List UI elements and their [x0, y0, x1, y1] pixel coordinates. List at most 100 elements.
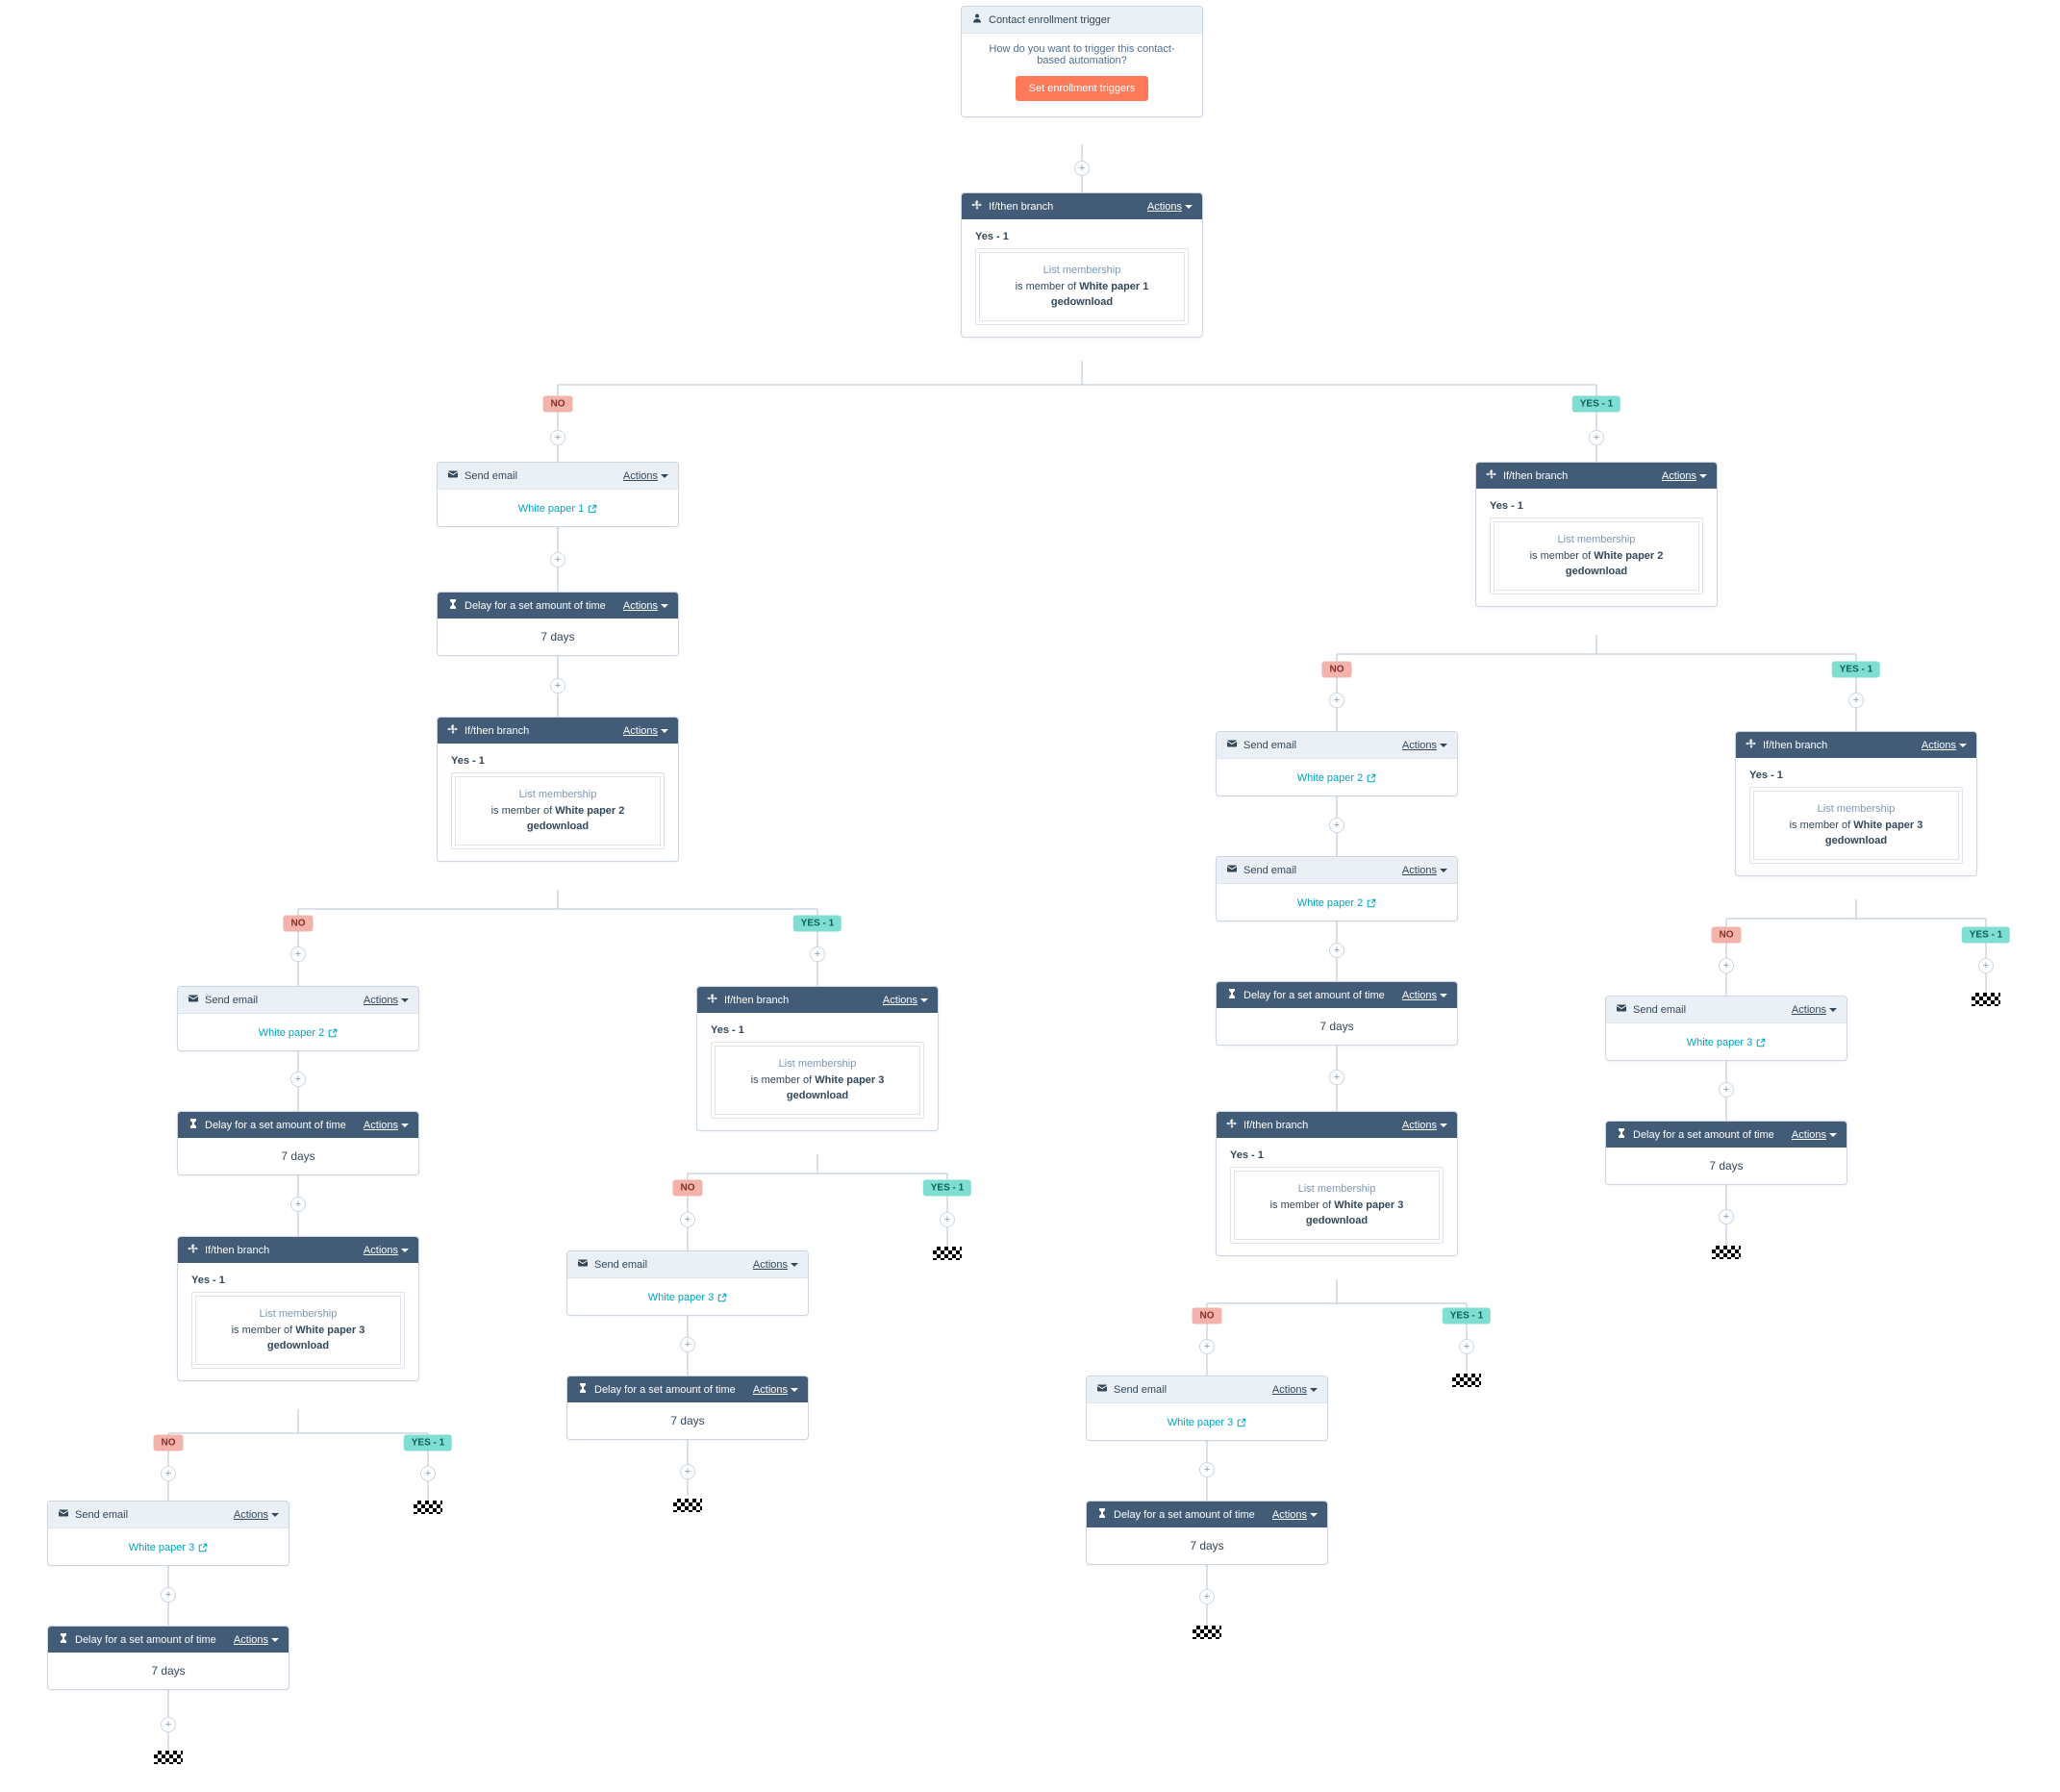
actions-menu[interactable]: Actions [1272, 1384, 1318, 1396]
actions-menu[interactable]: Actions [364, 1120, 409, 1131]
add-step-button[interactable] [550, 552, 565, 568]
actions-menu[interactable]: Actions [1402, 865, 1447, 876]
actions-menu[interactable]: Actions [234, 1634, 279, 1646]
email-link[interactable]: White paper 3 [1687, 1037, 1766, 1048]
add-step-button[interactable] [1199, 1339, 1215, 1354]
add-step-button[interactable] [420, 1466, 436, 1481]
add-step-button[interactable] [1719, 1209, 1734, 1224]
add-step-button[interactable] [1589, 430, 1604, 445]
branch-yes-pill: YES - 1 [1443, 1308, 1491, 1325]
add-step-button[interactable] [1074, 161, 1090, 176]
end-flag [933, 1247, 962, 1260]
email-icon [577, 1257, 589, 1272]
actions-menu[interactable]: Actions [623, 600, 668, 612]
add-step-button[interactable] [290, 946, 306, 962]
add-step-button[interactable] [1329, 818, 1344, 833]
email-link[interactable]: White paper 1 [518, 503, 597, 515]
add-step-button[interactable] [940, 1212, 955, 1227]
add-step-button[interactable] [161, 1717, 176, 1732]
delay-node[interactable]: Delay for a set amount of timeActions 7 … [177, 1111, 419, 1175]
actions-menu[interactable]: Actions [1272, 1509, 1318, 1521]
actions-menu[interactable]: Actions [753, 1384, 798, 1396]
actions-menu[interactable]: Actions [623, 470, 668, 482]
branch-no-pill: NO [1193, 1308, 1222, 1325]
actions-menu[interactable]: Actions [234, 1509, 279, 1521]
actions-menu[interactable]: Actions [364, 1245, 409, 1256]
delay-node[interactable]: Delay for a set amount of timeActions 7 … [1216, 981, 1458, 1046]
ifthen-branch[interactable]: If/then branchActions Yes - 1List member… [177, 1236, 419, 1381]
add-step-button[interactable] [1329, 943, 1344, 958]
branch-no-pill: NO [154, 1435, 184, 1451]
delay-node[interactable]: Delay for a set amount of timeActions 7 … [566, 1376, 809, 1440]
end-flag [154, 1751, 183, 1764]
send-email-node[interactable]: Send emailActions White paper 2 [177, 986, 419, 1051]
add-step-button[interactable] [1329, 693, 1344, 708]
add-step-button[interactable] [1199, 1462, 1215, 1477]
set-triggers-button[interactable]: Set enrollment triggers [1016, 76, 1149, 101]
add-step-button[interactable] [161, 1466, 176, 1481]
add-step-button[interactable] [810, 946, 825, 962]
send-email-node[interactable]: Send emailActions White paper 3 [47, 1501, 289, 1566]
add-step-button[interactable] [550, 430, 565, 445]
add-step-button[interactable] [680, 1212, 695, 1227]
branch-no-pill: NO [284, 916, 314, 932]
branch-no-pill: NO [673, 1180, 703, 1197]
add-step-button[interactable] [1199, 1589, 1215, 1604]
ifthen-branch[interactable]: If/then branch Actions Yes - 1 List memb… [961, 192, 1203, 338]
email-link[interactable]: White paper 3 [1168, 1417, 1246, 1428]
trigger-question: How do you want to trigger this contact-… [975, 43, 1189, 66]
actions-menu[interactable]: Actions [883, 995, 928, 1006]
actions-menu[interactable]: Actions [1402, 990, 1447, 1001]
actions-menu[interactable]: Actions [1792, 1129, 1837, 1141]
email-link[interactable]: White paper 3 [129, 1542, 208, 1553]
add-step-button[interactable] [550, 678, 565, 694]
actions-menu[interactable]: Actions [1402, 1120, 1447, 1131]
branch-yes-pill: YES - 1 [1572, 396, 1620, 413]
add-step-button[interactable] [290, 1197, 306, 1212]
actions-menu[interactable]: Actions [1402, 740, 1447, 751]
send-email-node[interactable]: Send emailActions White paper 3 [1086, 1376, 1328, 1441]
add-step-button[interactable] [1848, 693, 1864, 708]
ifthen-branch[interactable]: If/then branchActions Yes - 1List member… [1475, 462, 1718, 607]
email-link[interactable]: White paper 2 [1297, 897, 1376, 909]
add-step-button[interactable] [290, 1072, 306, 1087]
ifthen-branch[interactable]: If/then branchActions Yes - 1List member… [1735, 731, 1977, 876]
chevron-down-icon [1185, 205, 1193, 209]
add-step-button[interactable] [1459, 1339, 1474, 1354]
actions-menu[interactable]: Actions [1662, 470, 1707, 482]
branch-yes-pill: YES - 1 [793, 916, 842, 932]
actions-menu[interactable]: Actions [1922, 740, 1967, 751]
branch-no-pill: NO [543, 396, 573, 413]
send-email-node[interactable]: Send emailActions White paper 3 [566, 1250, 809, 1316]
hourglass-icon [1226, 988, 1238, 1002]
send-email-node[interactable]: Send emailActions White paper 2 [1216, 856, 1458, 921]
actions-menu[interactable]: Actions [623, 725, 668, 737]
email-link[interactable]: White paper 2 [1297, 772, 1376, 784]
actions-menu[interactable]: Actions [364, 995, 409, 1006]
actions-menu[interactable]: Actions [1147, 201, 1193, 213]
add-step-button[interactable] [1329, 1070, 1344, 1085]
delay-node[interactable]: Delay for a set amount of timeActions 7 … [1086, 1501, 1328, 1565]
end-flag [1712, 1246, 1741, 1259]
actions-menu[interactable]: Actions [1792, 1004, 1837, 1016]
ifthen-branch[interactable]: If/then branchActions Yes - 1List member… [437, 717, 679, 862]
email-icon [188, 993, 199, 1007]
delay-node[interactable]: Delay for a set amount of timeActions 7 … [1605, 1121, 1847, 1185]
add-step-button[interactable] [1978, 958, 1994, 973]
email-link[interactable]: White paper 3 [648, 1292, 727, 1303]
actions-menu[interactable]: Actions [753, 1259, 798, 1271]
send-email-node[interactable]: Send emailActions White paper 3 [1605, 996, 1847, 1061]
add-step-button[interactable] [161, 1587, 176, 1603]
add-step-button[interactable] [1719, 958, 1734, 973]
ifthen-branch[interactable]: If/then branchActions Yes - 1List member… [696, 986, 939, 1131]
send-email-node[interactable]: Send emailActions White paper 2 [1216, 731, 1458, 796]
send-email-node[interactable]: Send emailActions White paper 1 [437, 462, 679, 527]
delay-node[interactable]: Delay for a set amount of timeActions 7 … [437, 592, 679, 656]
ifthen-branch[interactable]: If/then branchActions Yes - 1List member… [1216, 1111, 1458, 1256]
add-step-button[interactable] [680, 1337, 695, 1352]
add-step-button[interactable] [1719, 1082, 1734, 1098]
add-step-button[interactable] [680, 1464, 695, 1479]
trigger-node[interactable]: Contact enrollment trigger How do you wa… [961, 6, 1203, 117]
delay-node[interactable]: Delay for a set amount of timeActions 7 … [47, 1626, 289, 1690]
email-link[interactable]: White paper 2 [259, 1027, 338, 1039]
